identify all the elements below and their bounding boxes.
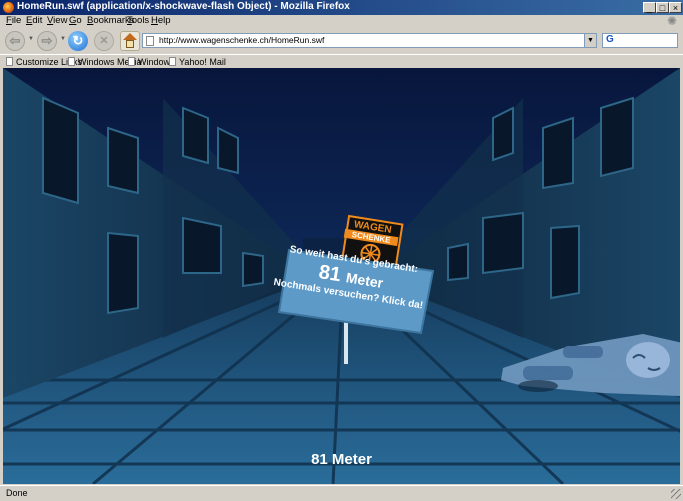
menu-help[interactable]: Help — [151, 15, 171, 26]
throbber-icon: ✺ — [667, 14, 678, 28]
home-wall-icon — [126, 40, 134, 48]
back-dropdown-icon[interactable]: ▼ — [28, 36, 34, 42]
menu-edit[interactable]: Edit — [26, 15, 42, 26]
search-box[interactable]: G — [602, 33, 678, 48]
minimize-button[interactable]: _ — [643, 2, 656, 13]
reload-button[interactable]: ↻ — [68, 31, 88, 51]
back-button[interactable]: ⇦ — [5, 31, 25, 51]
url-dropdown-icon[interactable]: ▼ — [584, 34, 596, 47]
menu-view[interactable]: View — [47, 15, 67, 26]
bookmark-windows[interactable]: Windows — [128, 57, 175, 68]
score-display: 81 Meter — [311, 451, 372, 468]
forward-dropdown-icon[interactable]: ▼ — [60, 36, 66, 42]
status-bar: Done — [0, 485, 683, 501]
page-icon — [146, 36, 154, 46]
close-button[interactable]: × — [669, 2, 682, 13]
window-title: HomeRun.swf (application/x-shockwave-fla… — [17, 1, 350, 12]
search-engine-icon[interactable]: G — [606, 34, 614, 45]
resize-grip-icon[interactable] — [671, 489, 681, 499]
forward-button[interactable]: ⇨ — [37, 31, 57, 51]
bookmark-page-icon — [68, 57, 75, 66]
menu-bar: File Edit View Go Bookmarks Tools Help — [0, 15, 683, 28]
bookmark-yahoo-mail[interactable]: Yahoo! Mail — [169, 57, 226, 68]
status-text: Done — [6, 488, 28, 498]
maximize-button[interactable]: □ — [656, 2, 669, 13]
stop-button[interactable]: ✕ — [94, 31, 114, 51]
menu-tools[interactable]: Tools — [127, 15, 149, 26]
firefox-icon — [3, 2, 14, 13]
sign-distance: 81 — [317, 261, 343, 287]
address-bar[interactable]: http://www.wagenschenke.ch/HomeRun.swf ▼ — [142, 33, 597, 48]
bookmark-page-icon — [128, 57, 135, 66]
url-text[interactable]: http://www.wagenschenke.ch/HomeRun.swf — [159, 35, 324, 45]
bookmark-page-icon — [169, 57, 176, 66]
menu-file[interactable]: File — [6, 15, 21, 26]
menu-go[interactable]: Go — [69, 15, 82, 26]
window-titlebar: HomeRun.swf (application/x-shockwave-fla… — [0, 0, 683, 15]
home-button[interactable] — [120, 31, 140, 51]
sign-unit: Meter — [344, 269, 385, 291]
home-roof-icon — [123, 33, 137, 40]
bookmarks-toolbar: Customize Links Windows Media Windows Ya… — [0, 54, 683, 68]
flash-game-area[interactable]: WAGEN SCHENKE So weit hast du's gebracht… — [3, 68, 680, 484]
bookmark-page-icon — [6, 57, 13, 66]
